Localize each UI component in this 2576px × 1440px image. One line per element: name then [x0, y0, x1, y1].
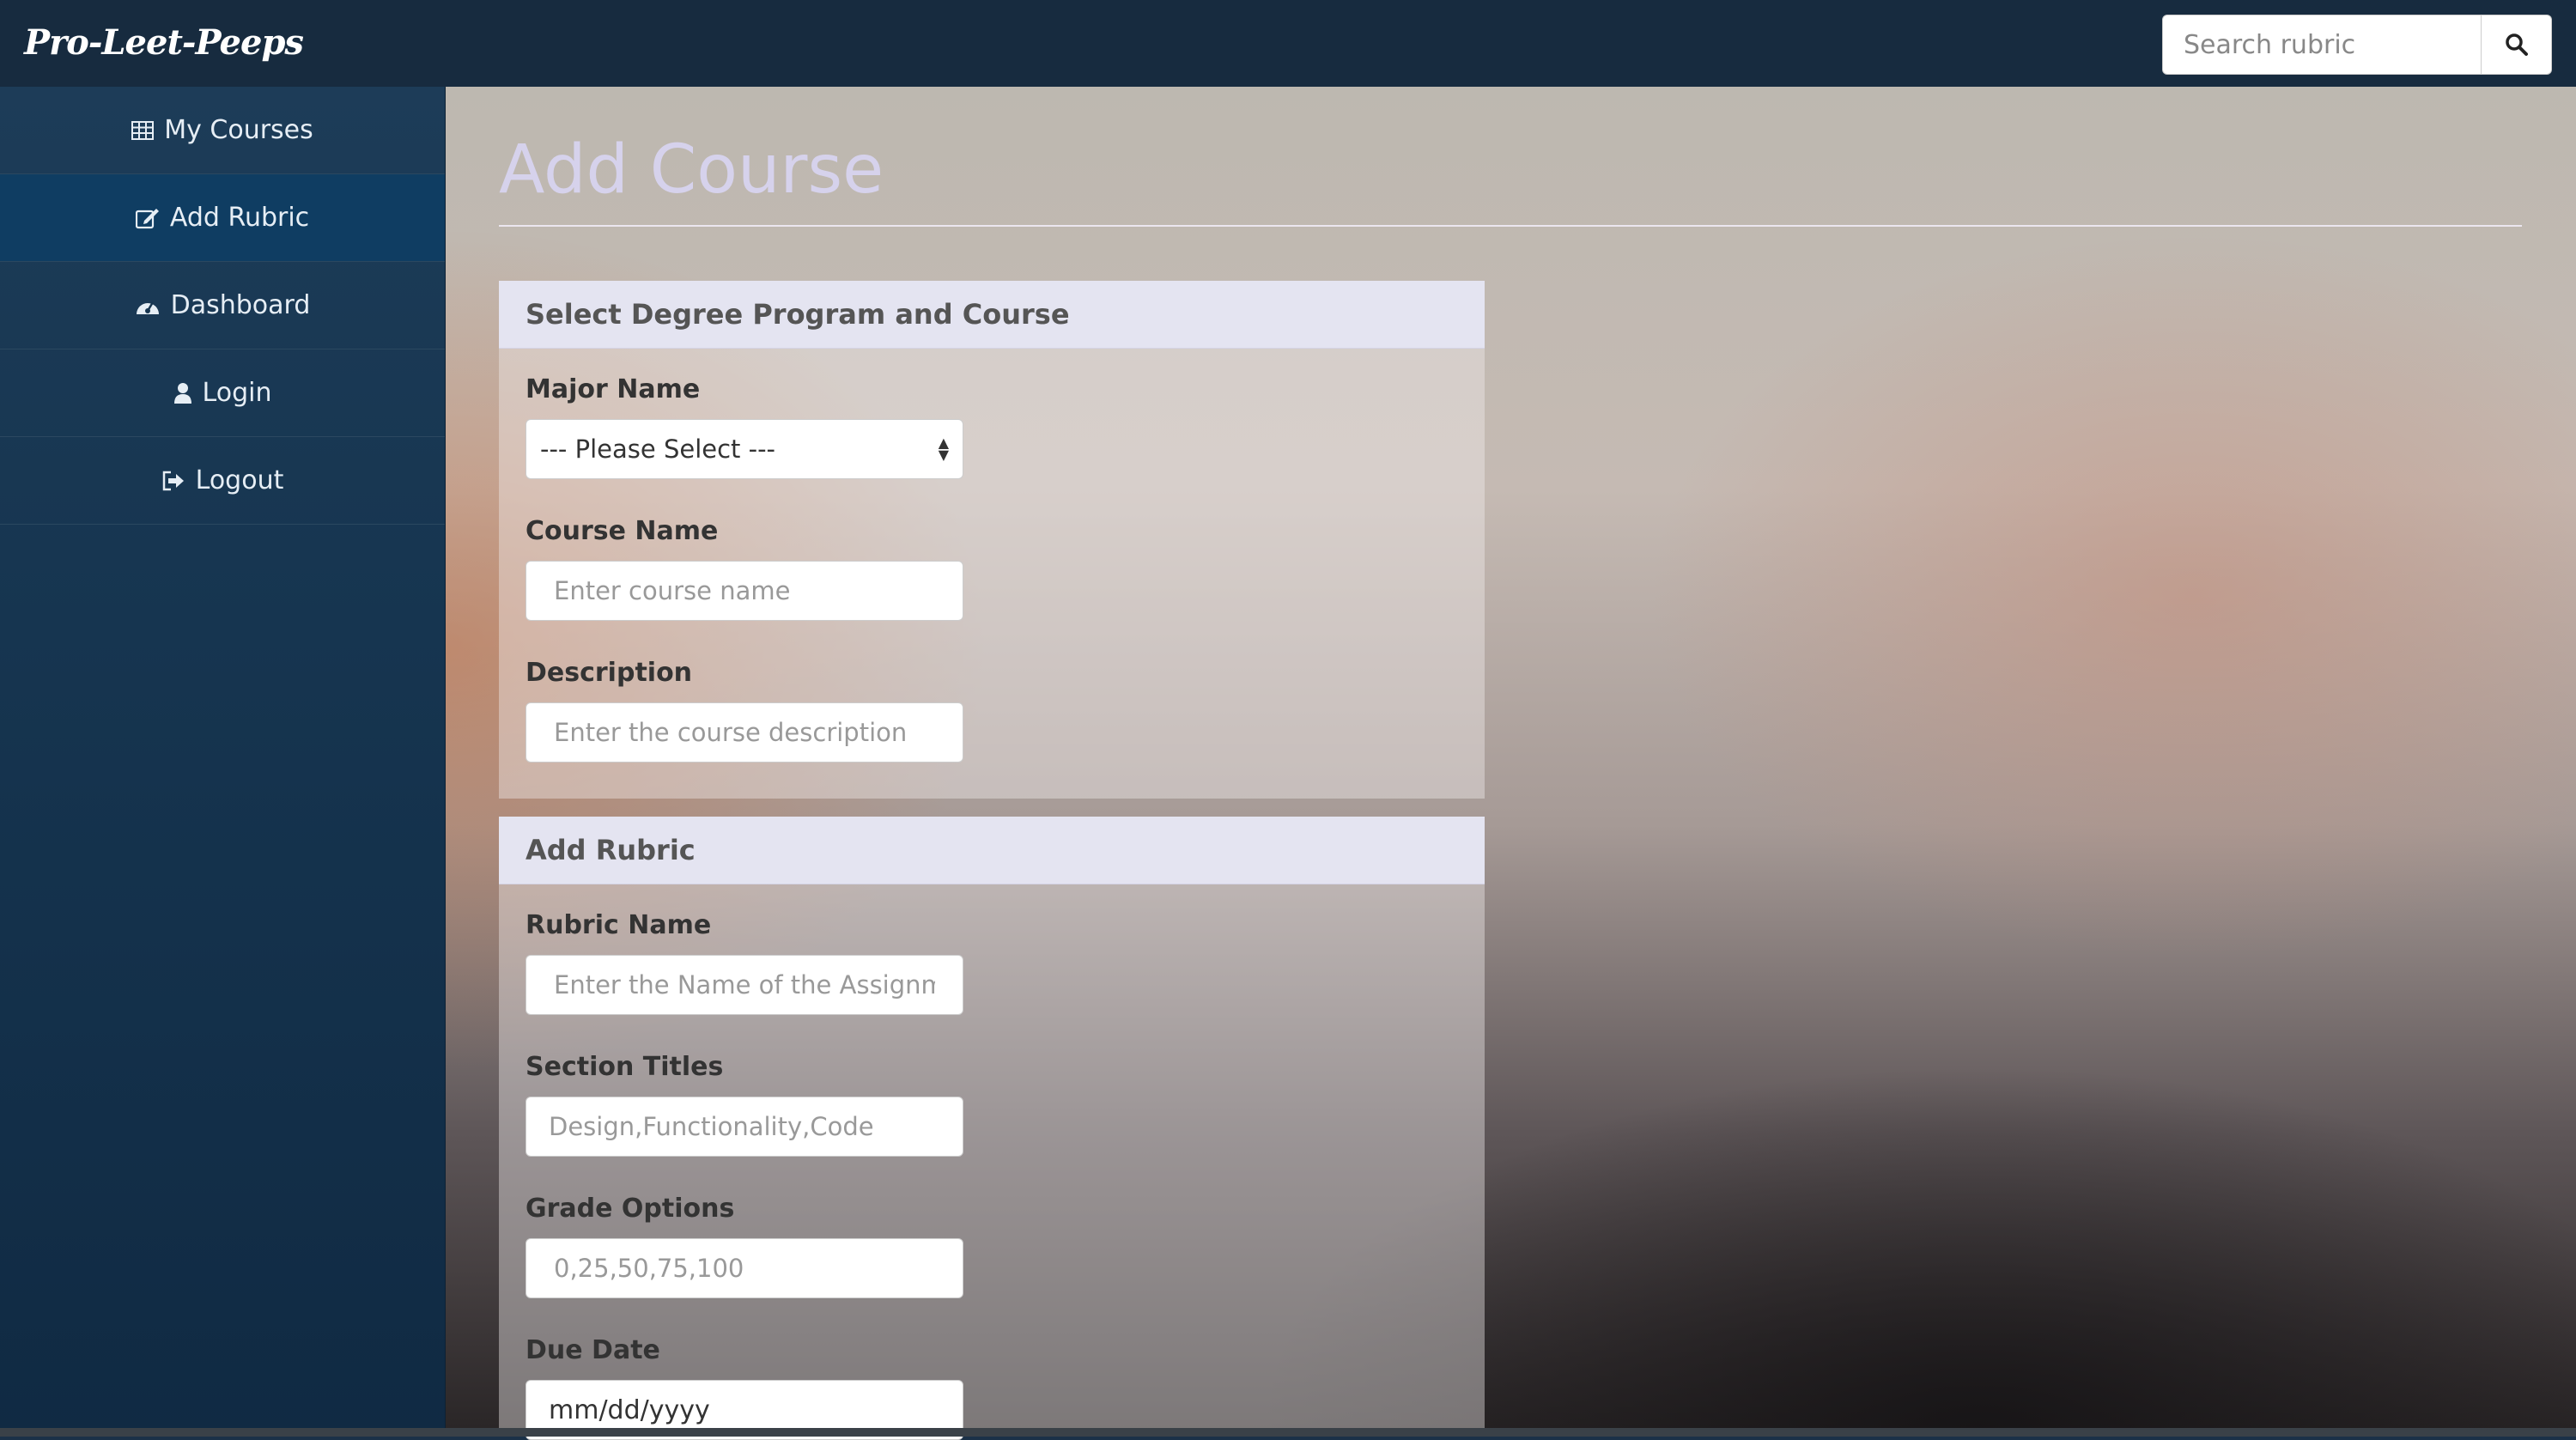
search-icon — [2505, 33, 2528, 56]
major-name-select[interactable]: --- Please Select --- ▲ ▼ — [526, 419, 963, 479]
sidebar-item-logout[interactable]: Logout — [0, 437, 445, 525]
search-input[interactable] — [2162, 15, 2482, 75]
search-form — [2162, 15, 2552, 75]
sidebar-item-add-rubric[interactable]: Add Rubric — [0, 174, 445, 262]
description-label: Description — [526, 658, 693, 688]
section-titles-input[interactable] — [526, 1097, 963, 1157]
rubric-panel-heading: Add Rubric — [499, 817, 1485, 884]
main-content: Add Course Select Degree Program and Cou… — [446, 87, 2576, 1440]
rubric-name-label: Rubric Name — [526, 910, 712, 940]
course-panel: Select Degree Program and Course Major N… — [499, 281, 1485, 799]
dashboard-icon — [135, 295, 161, 316]
user-icon — [173, 382, 192, 404]
brand-logo[interactable]: Pro-Leet-Peeps — [24, 15, 304, 70]
sign-out-icon — [161, 471, 185, 491]
sidebar-item-label: Dashboard — [170, 290, 311, 320]
section-titles-label: Section Titles — [526, 1052, 724, 1082]
grade-options-input[interactable] — [526, 1238, 963, 1298]
search-button[interactable] — [2482, 15, 2552, 75]
sidebar-item-label: Login — [202, 378, 272, 408]
rubric-name-input[interactable] — [526, 955, 963, 1015]
major-name-label: Major Name — [526, 374, 701, 404]
title-divider — [499, 225, 2522, 227]
top-navbar: Pro-Leet-Peeps — [0, 0, 2576, 88]
sidebar-item-login[interactable]: Login — [0, 349, 445, 437]
table-icon — [131, 120, 155, 140]
sidebar-item-label: Add Rubric — [169, 203, 310, 233]
due-date-value: mm/dd/yyyy — [549, 1394, 710, 1425]
sidebar-item-label: Logout — [195, 465, 284, 495]
edit-icon — [135, 207, 160, 229]
page-title: Add Course — [499, 131, 884, 209]
sidebar-item-my-courses[interactable]: My Courses — [0, 87, 445, 174]
course-name-input[interactable] — [526, 561, 963, 621]
bottom-edge — [0, 1428, 2576, 1437]
major-select-value: --- Please Select --- — [540, 434, 776, 464]
rubric-panel: Add Rubric Rubric Name Section Titles Gr… — [499, 817, 1485, 1440]
sidebar-item-label: My Courses — [164, 115, 313, 145]
course-panel-heading: Select Degree Program and Course — [499, 281, 1485, 349]
select-arrows-icon: ▲ ▼ — [938, 434, 949, 463]
grade-options-label: Grade Options — [526, 1194, 735, 1224]
sidebar-item-dashboard[interactable]: Dashboard — [0, 262, 445, 349]
sidebar: My Courses Add Rubric Dashboard Login Lo… — [0, 87, 446, 1437]
due-date-label: Due Date — [526, 1335, 660, 1365]
description-input[interactable] — [526, 702, 963, 763]
course-name-label: Course Name — [526, 516, 719, 546]
